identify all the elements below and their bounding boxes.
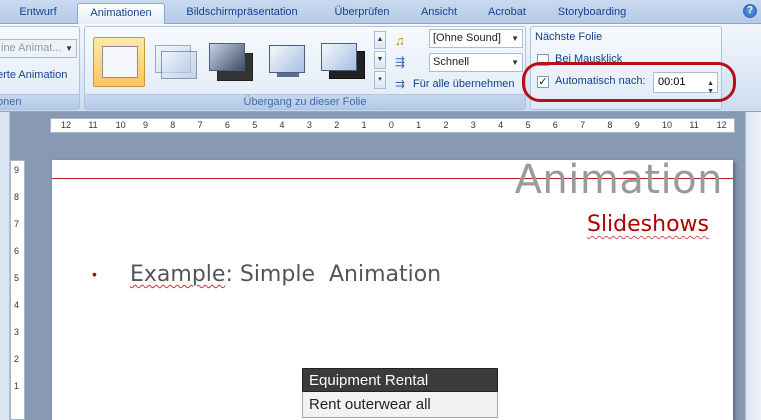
animate-combo[interactable]: ine Animat... ▼ [0,39,77,58]
help-icon[interactable]: ? [743,4,757,18]
horizontal-ruler: 12 11 10 9 8 7 6 5 4 3 2 1 0 1 2 3 4 5 6 7 8 9 10 11 12 [50,118,735,133]
gallery-more-icon[interactable]: ▾ [374,71,386,89]
transition-none-thumb[interactable] [93,37,145,87]
speed-icon: ⇶ [395,55,406,69]
ruler-tick-label: 8 [607,120,613,130]
ruler-tick-label: 4 [279,120,285,130]
highlight-annotation-ring [522,62,736,102]
ruler-tick-label: 2 [334,120,340,130]
vertical-scrollbar[interactable] [745,112,761,420]
ruler-tick-label: 8 [170,120,176,130]
next-slide-heading: Nächste Folie [535,31,603,43]
transition-group-label: Übergang zu dieser Folie [85,94,525,109]
animations-group: ine Animat... ▼ erte Animation onen [0,26,80,110]
ruler-tick-label: 11 [689,120,699,130]
ruler-tick-label: 0 [388,120,394,130]
ruler-tick-label: 2 [443,120,449,130]
ruler-tick-label: 5 [14,273,20,283]
slide-title[interactable]: Animation [515,157,723,203]
ruler-tick-label: 11 [88,120,98,130]
ruler-tick-label: 1 [14,381,20,391]
ruler-tick-label: 9 [14,165,20,175]
transition-fade-black-thumb[interactable] [205,37,257,87]
apply-all-icon: ⇉ [395,77,406,91]
slide-subtitle[interactable]: Slideshows [587,212,709,237]
ruler-tick-label: 7 [14,219,20,229]
ruler-tick-label: 3 [470,120,476,130]
ruler-tick-label: 12 [716,120,727,130]
tab-bildschirmpraesentation[interactable]: Bildschirmpräsentation [167,3,317,24]
ruler-tick-label: 12 [61,120,72,130]
ruler-tick-label: 6 [552,120,558,130]
animations-group-label: onen [0,94,79,109]
table-row: Rent outerwear all [302,392,498,418]
gallery-scroll-down-icon[interactable]: ▼ [374,51,386,69]
transition-cut-black-thumb[interactable] [317,37,369,87]
bullet-word-example: Example [130,262,226,287]
ruler-tick-label: 7 [197,120,203,130]
ribbon-tab-bar: Entwurf Animationen Bildschirmpräsentati… [0,0,761,25]
sound-icon: ♫ [395,33,405,48]
ruler-tick-label: 4 [498,120,504,130]
ruler-tick-label: 9 [142,120,148,130]
ruler-tick-label: 9 [634,120,640,130]
speed-combo-value: Schnell [433,56,470,68]
vertical-ruler: 9 8 7 6 5 4 3 2 1 [10,160,25,420]
ruler-tick-label: 6 [224,120,230,130]
slide-canvas[interactable]: Animation Slideshows • Example: Simple A… [52,157,733,420]
ruler-tick-label: 2 [14,354,20,364]
bullet-icon: • [92,266,97,282]
transition-cut-thumb[interactable] [261,37,313,87]
ruler-tick-label: 7 [580,120,586,130]
chevron-down-icon: ▼ [511,58,519,67]
ruler-tick-label: 3 [14,327,20,337]
ruler-tick-label: 4 [14,300,20,310]
tab-entwurf[interactable]: Entwurf [0,3,76,24]
ruler-tick-label: 8 [14,192,20,202]
bullet-text[interactable]: Example: Simple Animation [130,262,441,287]
ribbon: ine Animat... ▼ erte Animation onen ▲ ▼ … [0,24,761,112]
ruler-tick-label: 5 [252,120,258,130]
animations-group-label-text: onen [0,96,22,108]
transition-fade-thumb[interactable] [149,37,201,87]
ruler-tick-label: 6 [14,246,20,256]
table-header: Equipment Rental [302,368,498,392]
tab-storyboarding[interactable]: Storyboarding [544,3,640,24]
equipment-table[interactable]: Equipment Rental Rent outerwear all [302,368,498,418]
tab-animationen[interactable]: Animationen [77,3,165,25]
animate-combo-value: ine Animat... [1,42,62,54]
chevron-down-icon: ▼ [65,44,73,53]
gallery-scroll-up-icon[interactable]: ▲ [374,31,386,49]
ruler-tick-label: 10 [662,120,673,130]
ruler-tick-label: 1 [416,120,422,130]
speed-combo[interactable]: Schnell ▼ [429,53,523,72]
ruler-tick-label: 1 [361,120,367,130]
sound-combo-value: [Ohne Sound] [433,32,501,44]
chevron-down-icon: ▼ [511,34,519,43]
sound-combo[interactable]: [Ohne Sound] ▼ [429,29,523,48]
transition-group: ▲ ▼ ▾ ♫ [Ohne Sound] ▼ ⇶ Schnell ▼ ⇉ Für… [84,26,526,110]
tab-ansicht[interactable]: Ansicht [406,3,472,24]
ruler-tick-label: 5 [525,120,531,130]
apply-to-all-button[interactable]: Für alle übernehmen [413,78,515,90]
ruler-tick-label: 10 [115,120,126,130]
tab-acrobat[interactable]: Acrobat [474,3,540,24]
tab-ueberpruefen[interactable]: Überprüfen [320,3,404,24]
left-pane-edge [0,112,10,420]
custom-animation-button[interactable]: erte Animation [0,69,67,81]
ruler-tick-label: 3 [306,120,312,130]
bullet-rest-text: : Simple Animation [225,262,442,287]
